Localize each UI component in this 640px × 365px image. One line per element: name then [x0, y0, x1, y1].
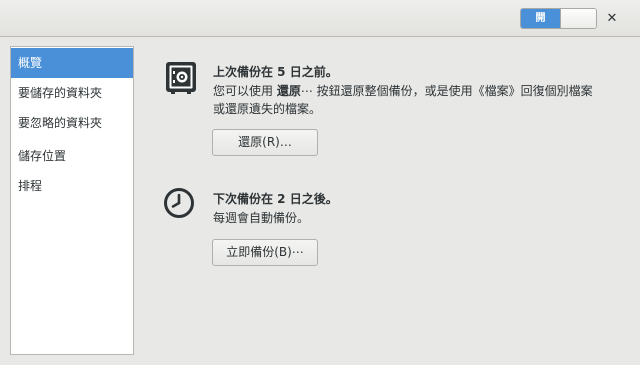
backup-toggle-switch[interactable]: 開 — [520, 8, 597, 29]
switch-on-label: 開 — [521, 9, 560, 28]
last-backup-description: 您可以使用 還原⋯ 按鈕還原整個備份，或是使用《檔案》回復個別檔案 或還原遺失的… — [213, 82, 623, 118]
restore-text-suffix: ⋯ 按鈕還原整個備份，或是使用《檔案》回復個別檔案 — [300, 84, 593, 98]
safe-icon — [163, 59, 199, 95]
next-backup-description: 每週會自動備份。 — [213, 211, 310, 225]
next-backup-heading: 下次備份在 2 日之後。 — [213, 192, 338, 206]
close-icon[interactable]: ✕ — [603, 10, 621, 28]
restore-text-bold: 還原 — [276, 84, 301, 98]
sidebar-item-folders-to-ignore[interactable]: 要忽略的資料夾 — [11, 108, 133, 138]
sidebar-item-storage-location[interactable]: 儲存位置 — [11, 141, 133, 171]
last-backup-description-line2: 或還原遺失的檔案。 — [213, 102, 322, 116]
sidebar-item-scheduling[interactable]: 排程 — [11, 171, 133, 201]
sidebar: 概覽 要儲存的資料夾 要忽略的資料夾 儲存位置 排程 — [10, 46, 134, 355]
sidebar-item-folders-to-save[interactable]: 要儲存的資料夾 — [11, 78, 133, 108]
restore-button[interactable]: 還原(R)… — [212, 129, 318, 156]
last-backup-description-line1: 您可以使用 還原⋯ 按鈕還原整個備份，或是使用《檔案》回復個別檔案 — [213, 82, 623, 100]
back-up-now-button[interactable]: 立即備份(B)⋯ — [212, 239, 318, 266]
header-bar: 開 ✕ — [0, 0, 640, 37]
switch-knob[interactable] — [560, 9, 596, 28]
clock-icon — [163, 187, 195, 219]
last-backup-heading: 上次備份在 5 日之前。 — [213, 65, 338, 79]
sidebar-item-overview[interactable]: 概覽 — [11, 48, 133, 78]
restore-text-prefix: 您可以使用 — [213, 84, 277, 98]
deja-dup-window: 開 ✕ 概覽 要儲存的資料夾 要忽略的資料夾 儲存位置 排程 上次備份在 5 日… — [0, 0, 640, 365]
